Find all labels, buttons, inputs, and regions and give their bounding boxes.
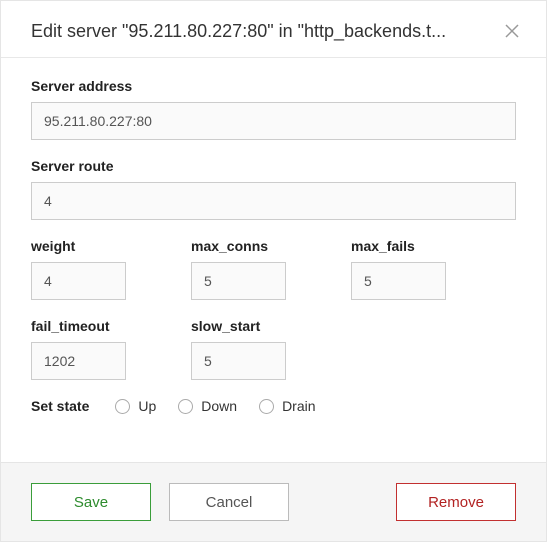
dialog-body: Server address Server route weight max_c… <box>1 58 546 462</box>
numeric-row-1: weight max_conns max_fails <box>31 238 516 300</box>
weight-group: weight <box>31 238 161 300</box>
save-button[interactable]: Save <box>31 483 151 521</box>
dialog-title: Edit server "95.211.80.227:80" in "http_… <box>31 21 446 42</box>
set-state-label: Set state <box>31 398 89 414</box>
state-up-text: Up <box>138 398 156 414</box>
fail-timeout-label: fail_timeout <box>31 318 161 334</box>
state-drain-text: Drain <box>282 398 315 414</box>
max-conns-label: max_conns <box>191 238 321 254</box>
numeric-row-2: fail_timeout slow_start <box>31 318 516 380</box>
remove-button[interactable]: Remove <box>396 483 516 521</box>
radio-icon <box>178 399 193 414</box>
server-route-input[interactable] <box>31 182 516 220</box>
radio-icon <box>259 399 274 414</box>
max-fails-label: max_fails <box>351 238 481 254</box>
set-state-row: Set state Up Down Drain <box>31 398 516 414</box>
max-fails-group: max_fails <box>351 238 481 300</box>
server-route-group: Server route <box>31 158 516 220</box>
cancel-button[interactable]: Cancel <box>169 483 289 521</box>
slow-start-input[interactable] <box>191 342 286 380</box>
dialog-footer: Save Cancel Remove <box>1 462 546 541</box>
state-down-option[interactable]: Down <box>178 398 237 414</box>
fail-timeout-group: fail_timeout <box>31 318 161 380</box>
slow-start-label: slow_start <box>191 318 321 334</box>
server-address-input[interactable] <box>31 102 516 140</box>
state-up-option[interactable]: Up <box>115 398 156 414</box>
server-route-label: Server route <box>31 158 516 174</box>
radio-icon <box>115 399 130 414</box>
weight-label: weight <box>31 238 161 254</box>
fail-timeout-input[interactable] <box>31 342 126 380</box>
state-down-text: Down <box>201 398 237 414</box>
max-fails-input[interactable] <box>351 262 446 300</box>
server-address-label: Server address <box>31 78 516 94</box>
dialog-header: Edit server "95.211.80.227:80" in "http_… <box>1 1 546 58</box>
slow-start-group: slow_start <box>191 318 321 380</box>
close-button[interactable] <box>500 19 524 43</box>
weight-input[interactable] <box>31 262 126 300</box>
max-conns-input[interactable] <box>191 262 286 300</box>
state-drain-option[interactable]: Drain <box>259 398 315 414</box>
max-conns-group: max_conns <box>191 238 321 300</box>
edit-server-dialog: Edit server "95.211.80.227:80" in "http_… <box>0 0 547 542</box>
server-address-group: Server address <box>31 78 516 140</box>
close-icon <box>504 23 520 39</box>
